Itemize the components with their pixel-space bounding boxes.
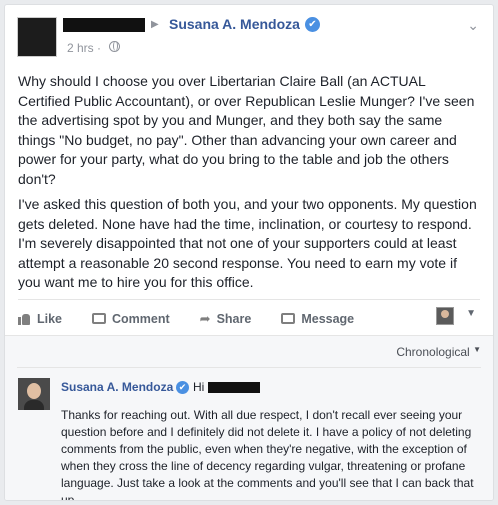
redacted-mention (208, 382, 260, 393)
share-icon: ➦ (199, 310, 211, 326)
chevron-down-icon[interactable]: ▼ (466, 308, 476, 319)
like-label: Like (37, 311, 63, 326)
commenter-avatar[interactable] (18, 378, 50, 410)
action-bar: Like Comment ➦ Share Message ▼ (18, 299, 480, 331)
like-icon (18, 312, 31, 325)
verified-icon: ✔ (305, 17, 320, 32)
post-paragraph: Why should I choose you over Libertarian… (18, 73, 475, 187)
share-label: Share (216, 311, 252, 326)
globe-icon (109, 41, 120, 52)
redacted-poster-name (63, 18, 145, 32)
comment-text: Thanks for reaching out. With all due re… (61, 408, 474, 501)
comment-order-label: Chronological (396, 345, 470, 359)
post-header: ▶ Susana A. Mendoza ✔ 2 hrs · ⌄ (5, 5, 493, 63)
page-name-link[interactable]: Susana A. Mendoza (169, 16, 300, 32)
message-label: Message (301, 311, 355, 326)
share-button[interactable]: ➦ Share (200, 311, 252, 327)
chevron-down-icon[interactable]: ⌄ (467, 17, 479, 34)
message-icon (281, 313, 296, 324)
comment-label: Comment (112, 311, 170, 326)
arrow-right-icon: ▶ (151, 19, 159, 30)
caret-down-icon: ▼ (473, 345, 481, 354)
post-body: Why should I choose you over Libertarian… (5, 63, 493, 293)
post-timestamp[interactable]: 2 hrs · (67, 41, 101, 55)
comments-section: Chronological ▼ Susana A. Mendoza ✔ Hi T… (5, 335, 493, 500)
verified-icon: ✔ (176, 381, 189, 394)
poster-avatar[interactable] (17, 17, 57, 57)
comment-icon (92, 313, 107, 324)
commenter-name-link[interactable]: Susana A. Mendoza (61, 380, 173, 394)
comment-greeting: Hi (193, 380, 205, 394)
like-button[interactable]: Like (18, 312, 62, 326)
post-paragraph: I've asked this question of both you, an… (18, 196, 477, 290)
divider (17, 367, 481, 368)
post-card: ▶ Susana A. Mendoza ✔ 2 hrs · ⌄ Why shou… (4, 4, 494, 501)
comment-button[interactable]: Comment (92, 312, 170, 326)
comment-order-dropdown[interactable]: Chronological ▼ (396, 345, 481, 359)
message-button[interactable]: Message (281, 312, 354, 326)
acting-as-avatar[interactable] (436, 307, 454, 325)
